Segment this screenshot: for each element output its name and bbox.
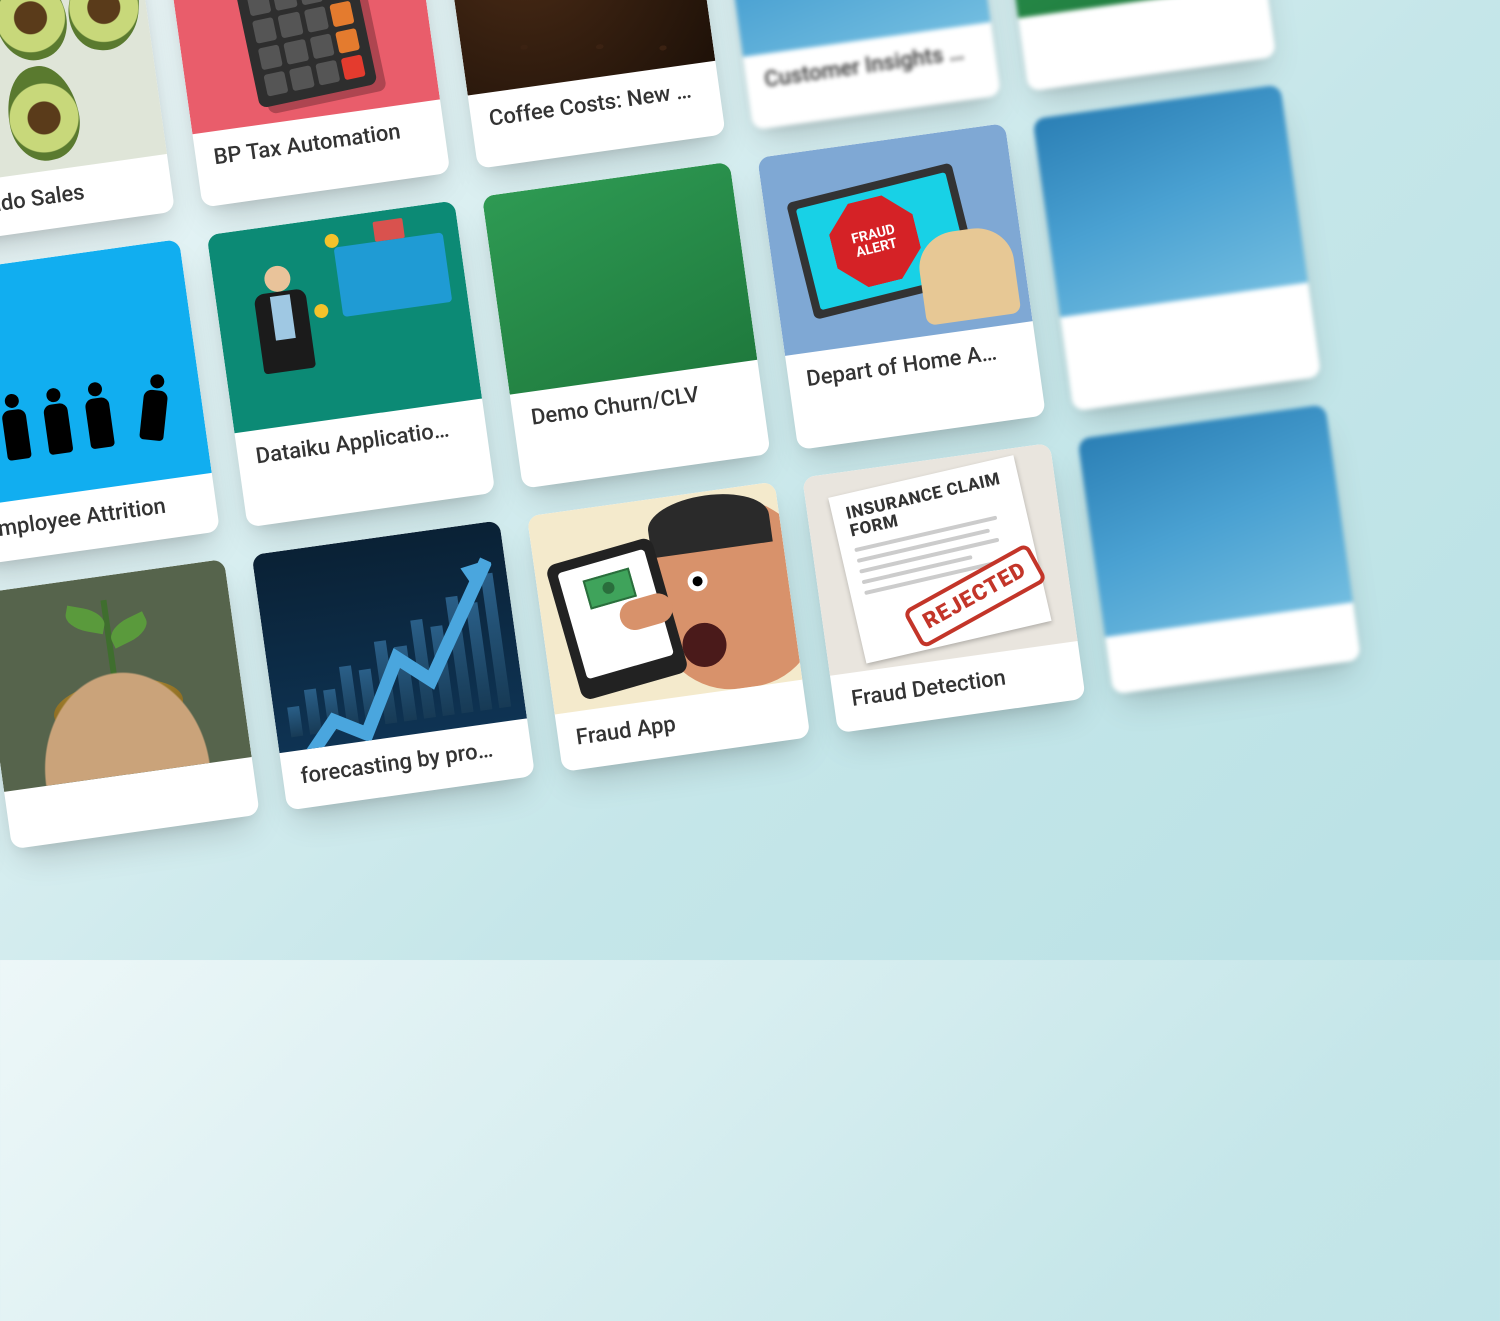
card-thumbnail: INSURANCE CLAIM FORM REJECTED <box>802 443 1077 676</box>
avocado-icon <box>0 60 87 167</box>
project-card-demo-churn[interactable]: Demo Churn/CLV <box>482 162 771 488</box>
project-card-fraud-app[interactable]: Fraud App <box>527 481 811 772</box>
project-card-customer-insights-a[interactable]: Customer Insights … <box>715 0 1001 131</box>
person-leaving-icon <box>137 373 172 446</box>
calculator-icon <box>227 0 378 109</box>
avocado-icon <box>0 0 77 69</box>
card-thumbnail <box>0 559 252 792</box>
card-thumbnail <box>252 520 527 753</box>
presenter-icon <box>236 261 337 431</box>
project-card[interactable] <box>991 0 1277 92</box>
project-card[interactable] <box>1077 404 1361 695</box>
claim-form-icon: INSURANCE CLAIM FORM REJECTED <box>828 455 1051 663</box>
card-thumbnail <box>1033 85 1308 318</box>
avocado-icon <box>65 0 145 54</box>
card-grid: App template reve… Avocado Sales <box>0 0 1361 888</box>
project-card[interactable] <box>1033 85 1322 411</box>
project-card-depart-of-home[interactable]: FRAUD ALERT Depart of Home A… <box>757 123 1046 449</box>
presentation-board-icon <box>334 233 453 318</box>
project-card-bp-tax[interactable]: BP Tax Automation <box>165 0 451 208</box>
card-thumbnail <box>482 162 757 395</box>
card-thumbnail <box>207 201 482 434</box>
project-card-employee-attrition[interactable]: Employee Attrition <box>0 240 220 566</box>
project-card-coffee-costs[interactable]: Coffee Costs: New … <box>440 0 726 169</box>
card-thumbnail: FRAUD ALERT <box>757 123 1032 356</box>
project-card-fraud-detection[interactable]: INSURANCE CLAIM FORM REJECTED Fraud Dete… <box>802 443 1086 734</box>
person-icon <box>0 392 35 465</box>
card-thumbnail <box>527 481 802 714</box>
project-card-forecasting[interactable]: forecasting by pro… <box>252 520 536 811</box>
card-thumbnail <box>1077 404 1352 637</box>
person-icon <box>80 381 117 454</box>
card-gallery: App template reve… Avocado Sales <box>0 0 1500 1312</box>
card-thumbnail <box>0 240 212 508</box>
project-card-coins[interactable] <box>0 559 260 850</box>
person-icon <box>39 387 76 460</box>
project-card-avocado-sales[interactable]: Avocado Sales <box>0 0 175 247</box>
trend-arrow-icon <box>268 542 519 753</box>
project-card-dataiku-application[interactable]: Dataiku Applicatio… <box>207 201 496 527</box>
